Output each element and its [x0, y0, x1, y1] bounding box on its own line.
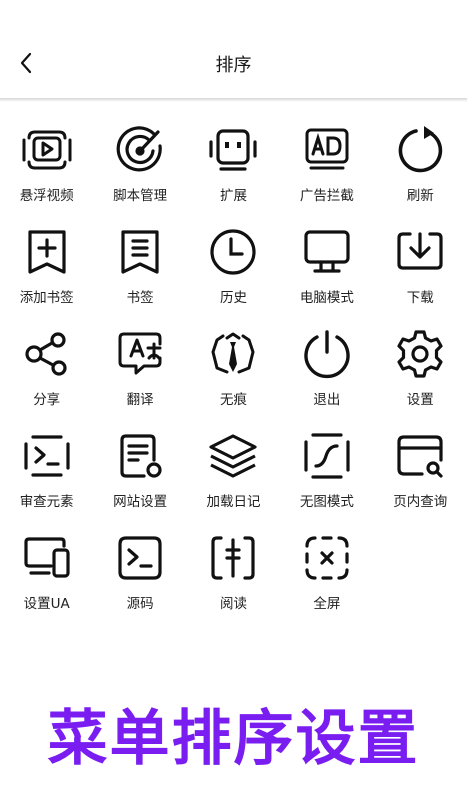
- menu-item-label: 审查元素: [19, 494, 74, 510]
- menu-grid: 悬浮视频 脚本管理 扩展 广告拦截 刷新 添加书签 书签 历史 电脑模式 下载 …: [0, 120, 467, 630]
- menu-item-site-settings[interactable]: 网站设置: [93, 426, 186, 528]
- menu-item-label: 分享: [33, 392, 61, 408]
- menu-item-label: 扩展: [219, 188, 247, 204]
- extension-robot-icon: [205, 122, 261, 178]
- fullscreen-icon: [299, 530, 355, 586]
- power-icon: [299, 326, 355, 382]
- menu-item-inspect[interactable]: 审查元素: [0, 426, 93, 528]
- menu-item-label: 无图模式: [299, 494, 354, 510]
- floating-video-icon: [19, 122, 75, 178]
- download-icon: [392, 224, 448, 280]
- menu-item-share[interactable]: 分享: [0, 324, 93, 426]
- menu-item-incognito[interactable]: 无痕: [187, 324, 280, 426]
- monitor-icon: [299, 224, 355, 280]
- menu-item-add-bookmark[interactable]: 添加书签: [0, 222, 93, 324]
- menu-item-refresh[interactable]: 刷新: [374, 120, 467, 222]
- script-manager-icon: [112, 122, 168, 178]
- menu-item-label: 加载日记: [206, 494, 261, 510]
- add-bookmark-icon: [19, 224, 75, 280]
- menu-item-label: 源码: [126, 596, 154, 612]
- menu-item-desktop-mode[interactable]: 电脑模式: [280, 222, 373, 324]
- caption-banner: 菜单排序设置: [47, 704, 420, 774]
- menu-item-label: 脚本管理: [113, 188, 168, 204]
- menu-item-label: 无痕: [219, 392, 247, 408]
- menu-item-label: 阅读: [219, 596, 247, 612]
- menu-item-label: 电脑模式: [299, 290, 354, 306]
- menu-item-label: 全屏: [313, 596, 341, 612]
- incognito-icon: [205, 326, 261, 382]
- find-in-page-icon: [392, 428, 448, 484]
- menu-item-extensions[interactable]: 扩展: [187, 120, 280, 222]
- menu-item-label: 广告拦截: [299, 188, 354, 204]
- menu-item-settings[interactable]: 设置: [374, 324, 467, 426]
- menu-item-translate[interactable]: 翻译: [93, 324, 186, 426]
- menu-item-label: 书签: [126, 290, 154, 306]
- menu-item-label: 退出: [313, 392, 341, 408]
- menu-item-exit[interactable]: 退出: [280, 324, 373, 426]
- menu-item-label: 设置UA: [23, 596, 70, 612]
- translate-icon: [112, 326, 168, 382]
- bookmark-icon: [112, 224, 168, 280]
- ad-block-icon: [299, 122, 355, 178]
- terminal-icon: [19, 428, 75, 484]
- menu-item-label: 历史: [219, 290, 247, 306]
- menu-item-label: 下载: [406, 290, 434, 306]
- menu-item-label: 页内查询: [393, 494, 448, 510]
- devices-icon: [19, 530, 75, 586]
- site-settings-icon: [112, 428, 168, 484]
- gear-icon: [392, 326, 448, 382]
- menu-item-label: 悬浮视频: [19, 188, 74, 204]
- menu-item-no-image[interactable]: 无图模式: [280, 426, 373, 528]
- clock-icon: [205, 224, 261, 280]
- no-image-icon: [299, 428, 355, 484]
- menu-item-adblock[interactable]: 广告拦截: [280, 120, 373, 222]
- menu-item-bookmarks[interactable]: 书签: [93, 222, 186, 324]
- menu-item-label: 添加书签: [19, 290, 74, 306]
- top-app-bar: 排序: [0, 0, 467, 98]
- menu-item-find-in-page[interactable]: 页内查询: [374, 426, 467, 528]
- menu-item-label: 设置: [406, 392, 434, 408]
- menu-item-reader[interactable]: 阅读: [187, 528, 280, 630]
- menu-item-load-log[interactable]: 加载日记: [187, 426, 280, 528]
- reader-icon: [205, 530, 261, 586]
- menu-item-label: 网站设置: [113, 494, 168, 510]
- menu-item-history[interactable]: 历史: [187, 222, 280, 324]
- header-divider: [0, 98, 467, 102]
- menu-item-script-manager[interactable]: 脚本管理: [93, 120, 186, 222]
- menu-item-user-agent[interactable]: 设置UA: [0, 528, 93, 630]
- layers-icon: [205, 428, 261, 484]
- menu-item-label: 刷新: [406, 188, 434, 204]
- menu-item-label: 翻译: [126, 392, 154, 408]
- page-title: 排序: [215, 55, 252, 76]
- share-icon: [19, 326, 75, 382]
- menu-item-source[interactable]: 源码: [93, 528, 186, 630]
- menu-item-download[interactable]: 下载: [374, 222, 467, 324]
- menu-item-float-video[interactable]: 悬浮视频: [0, 120, 93, 222]
- refresh-icon: [392, 122, 448, 178]
- source-code-icon: [112, 530, 168, 586]
- menu-item-fullscreen[interactable]: 全屏: [280, 528, 373, 630]
